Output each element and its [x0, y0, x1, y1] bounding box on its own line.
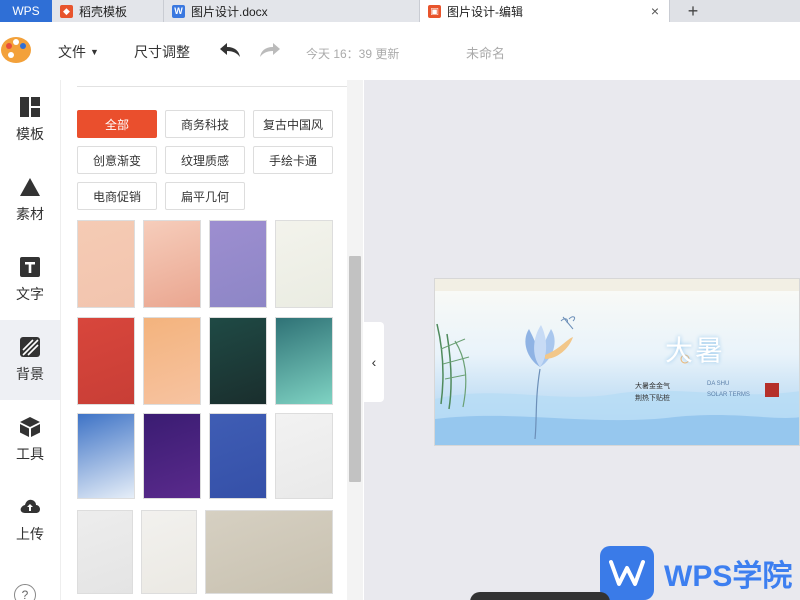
material-icon [20, 178, 40, 196]
banner-title[interactable]: 大暑 [665, 329, 725, 369]
category-chip-creative-gradient[interactable]: 创意渐变 [77, 146, 157, 174]
nav-text[interactable]: 文字 [0, 240, 60, 320]
document-title[interactable]: 未命名 [466, 43, 505, 62]
nav-background[interactable]: 背景 [0, 320, 60, 400]
category-chip-all[interactable]: 全部 [77, 110, 157, 138]
tab-bar: WPS ◆ 稻壳模板 W 图片设计.docx ▣ 图片设计-编辑 × + [0, 0, 800, 22]
chevron-left-icon: ‹ [371, 354, 377, 370]
caret-down-icon: ▼ [90, 47, 99, 57]
left-navigation: 模板 素材 文字 背景 工具 上传 ? [0, 80, 60, 600]
background-thumbnail[interactable] [143, 317, 201, 405]
seal-stamp-icon [765, 383, 779, 397]
help-icon[interactable]: ? [14, 584, 36, 600]
save-status: 今天 16：39 更新 [306, 47, 400, 61]
category-chip-hand-drawn[interactable]: 手绘卡通 [253, 146, 333, 174]
banner-artwork [435, 279, 799, 445]
redo-icon[interactable] [258, 40, 282, 60]
scrollbar-thumb[interactable] [349, 256, 361, 482]
tab-label: 稻壳模板 [79, 4, 128, 19]
tab-label: 图片设计.docx [191, 4, 268, 19]
nav-label: 工具 [16, 446, 44, 462]
nav-label: 背景 [16, 366, 44, 382]
file-menu-label: 文件 [58, 44, 86, 60]
undo-icon[interactable] [218, 40, 242, 60]
background-thumbnail[interactable] [77, 413, 135, 499]
background-thumbnail[interactable] [209, 317, 267, 405]
category-chip-retro-chinese[interactable]: 复古中国风 [253, 110, 333, 138]
nav-label: 上传 [16, 526, 44, 542]
word-icon: W [172, 4, 185, 18]
background-thumbnail[interactable] [77, 317, 135, 405]
wps-logo-icon [600, 546, 654, 600]
tab-picture-design[interactable]: ▣ 图片设计-编辑 × [420, 0, 670, 22]
watermark-text: WPS学院 [664, 560, 793, 593]
tab-word-document[interactable]: W 图片设计.docx [164, 0, 420, 22]
nav-tool[interactable]: 工具 [0, 400, 60, 480]
design-banner[interactable]: 大暑 大暑金金气 荆热下贴桩 DA SHU SOLAR TERMS [434, 278, 800, 446]
file-menu[interactable]: 文件 ▼ [58, 42, 99, 62]
tab-label: 图片设计-编辑 [447, 4, 523, 19]
background-thumbnail[interactable] [205, 510, 333, 594]
category-chip-flat-geometry[interactable]: 扁平几何 [165, 182, 245, 210]
banner-poem-line[interactable]: 大暑金金气 [635, 381, 670, 391]
bottom-toolbar-edge [470, 592, 610, 600]
background-thumbnail[interactable] [143, 413, 201, 499]
nav-template[interactable]: 模板 [0, 80, 60, 160]
tool-icon [20, 417, 40, 437]
close-icon[interactable]: × [651, 3, 659, 19]
tab-wps-home[interactable]: WPS [0, 0, 52, 22]
category-chip-texture[interactable]: 纹理质感 [165, 146, 245, 174]
background-thumbnail[interactable] [275, 220, 333, 308]
background-panel: 全部 商务科技 复古中国风 创意渐变 纹理质感 手绘卡通 电商促销 扁平几何 [60, 80, 364, 600]
picture-design-icon: ▣ [428, 4, 441, 18]
background-thumbnail[interactable] [275, 317, 333, 405]
background-thumbnail[interactable] [141, 510, 197, 594]
background-thumbnail[interactable] [275, 413, 333, 499]
background-thumbnail[interactable] [77, 220, 135, 308]
toolbar: 文件 ▼ 尺寸调整 今天 16：39 更新 未命名 [0, 22, 800, 80]
nav-upload[interactable]: 上传 [0, 480, 60, 560]
background-thumbnail[interactable] [209, 220, 267, 308]
banner-english-line[interactable]: DA SHU [707, 381, 729, 387]
nav-label: 文字 [16, 286, 44, 302]
category-chip-business-tech[interactable]: 商务科技 [165, 110, 245, 138]
docer-icon: ◆ [60, 4, 73, 18]
banner-top-strip [435, 279, 799, 291]
background-thumbnail[interactable] [209, 413, 267, 499]
tab-docer-templates[interactable]: ◆ 稻壳模板 [52, 0, 164, 22]
nav-label: 模板 [16, 126, 44, 142]
template-icon [20, 97, 40, 117]
nav-label: 素材 [16, 206, 44, 222]
new-tab-button[interactable]: + [670, 0, 716, 22]
divider [77, 86, 349, 87]
background-icon [20, 337, 40, 357]
resize-button[interactable]: 尺寸调整 [134, 42, 190, 62]
background-thumbnail[interactable] [143, 220, 201, 308]
banner-poem-line[interactable]: 荆热下贴桩 [635, 393, 670, 403]
background-thumbnail[interactable] [77, 510, 133, 594]
palette-logo-icon[interactable] [0, 34, 32, 66]
category-chip-ecommerce[interactable]: 电商促销 [77, 182, 157, 210]
collapse-panel-button[interactable]: ‹ [364, 322, 384, 402]
upload-icon [20, 499, 40, 513]
wps-academy-watermark: WPS学院 [600, 546, 792, 600]
text-icon [20, 257, 40, 277]
banner-english-line[interactable]: SOLAR TERMS [707, 392, 750, 398]
nav-material[interactable]: 素材 [0, 160, 60, 240]
